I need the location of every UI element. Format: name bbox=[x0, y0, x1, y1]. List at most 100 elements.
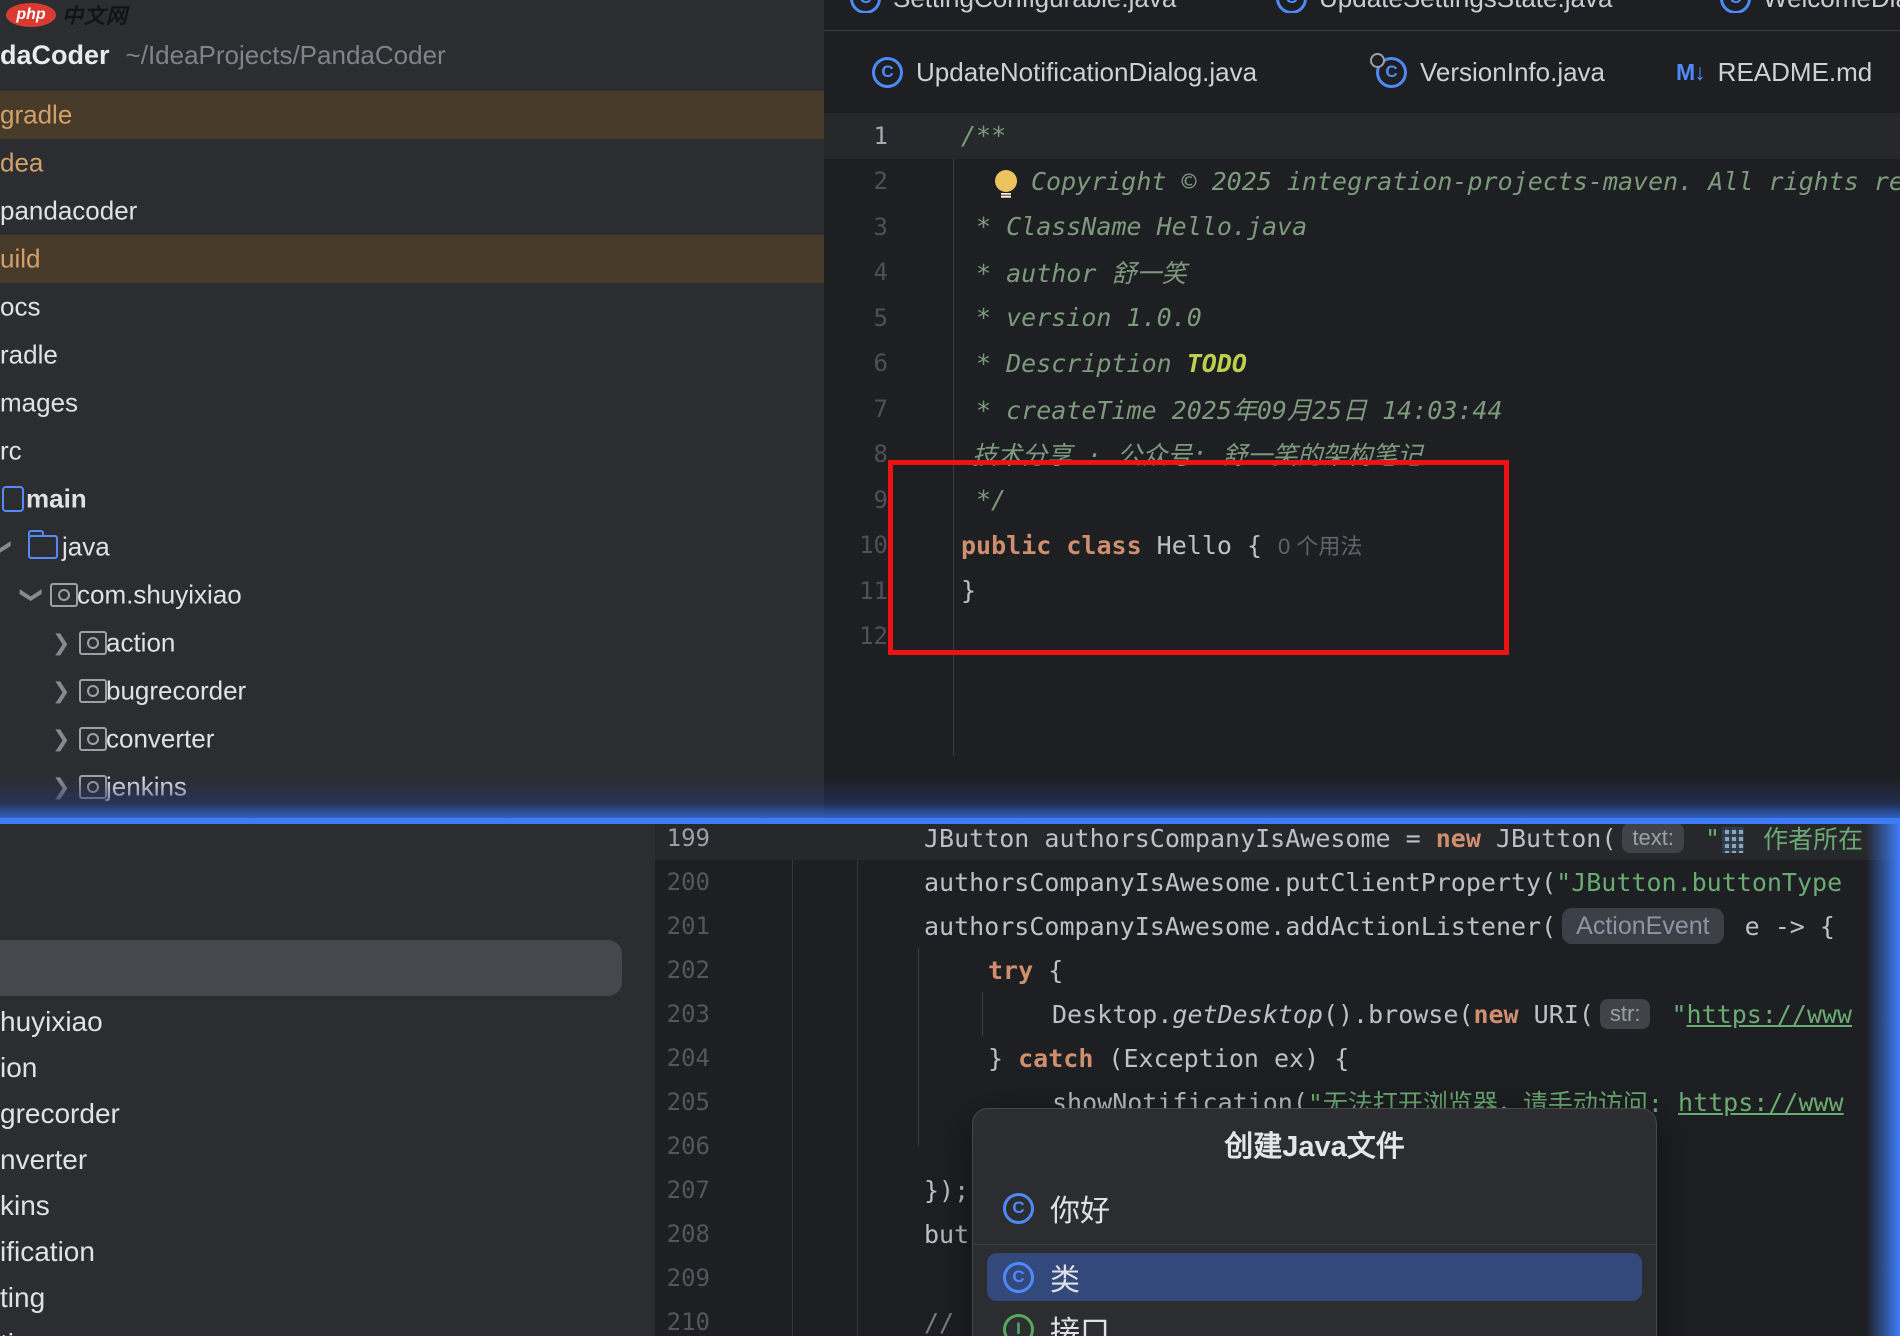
tree-item-ification[interactable]: ification bbox=[0, 1236, 95, 1268]
tree-item-label: dea bbox=[0, 148, 43, 179]
project-header[interactable]: daCoder ~/IdeaProjects/PandaCoder bbox=[0, 38, 446, 72]
popup-item-接口[interactable]: I接口 bbox=[987, 1305, 1642, 1336]
tab-label: README.md bbox=[1718, 57, 1873, 88]
code-line-6[interactable]: 6 * Description TODO bbox=[824, 341, 1900, 387]
tree-item-dea[interactable]: dea bbox=[0, 139, 824, 187]
tree-item-pandacoder[interactable]: pandacoder bbox=[0, 187, 824, 235]
code-text: JButton authorsCompanyIsAwesome = bbox=[924, 824, 1436, 853]
tree-item-nverter[interactable]: nverter bbox=[0, 1144, 87, 1176]
code-content: authorsCompanyIsAwesome.addActionListene… bbox=[857, 908, 1835, 944]
project-tree-panel-zoomed: huyixiao ion grecorder nverter kins ification… bbox=[0, 824, 655, 1336]
code-line-1[interactable]: 1/** bbox=[824, 113, 1900, 159]
tab-UpdateNotificationDialog.java[interactable]: CUpdateNotificationDialog.java bbox=[872, 31, 1257, 113]
popup-item-类[interactable]: C类 bbox=[987, 1253, 1642, 1301]
tree-item-ting[interactable]: ting bbox=[0, 1282, 45, 1314]
ide-window: php 中文网 daCoder ~/IdeaProjects/PandaCode… bbox=[0, 0, 1900, 1336]
tree-item-ion[interactable]: ion bbox=[0, 1052, 37, 1084]
popup-item-label: 类 bbox=[1050, 1255, 1080, 1299]
code-text: Copyright © 2025 integration-projects-ma… bbox=[1031, 167, 1900, 196]
code-text: authorsCompanyIsAwesome.addActionListene… bbox=[924, 912, 1556, 941]
tree-item-bugrecorder[interactable]: ❯ bugrecorder bbox=[0, 667, 824, 715]
tree-item-gradle[interactable]: gradle bbox=[0, 91, 824, 139]
tree-item-label: mages bbox=[0, 388, 78, 419]
line-number: 1 bbox=[824, 122, 953, 150]
annotation-rectangle-class-hello bbox=[888, 460, 1509, 655]
tree-item-grecorder[interactable]: grecorder bbox=[0, 1098, 120, 1130]
line-number: 204 bbox=[655, 1044, 792, 1072]
tree-item-main[interactable]: main bbox=[0, 475, 824, 523]
project-path: ~/IdeaProjects/PandaCoder bbox=[126, 40, 446, 71]
tree-item-com.shuyixiao[interactable]: ❯ com.shuyixiao bbox=[0, 571, 824, 619]
code-text: } bbox=[988, 1044, 1018, 1073]
chevron-down-icon[interactable]: ❯ bbox=[0, 538, 14, 556]
tree-item-label: rc bbox=[0, 436, 22, 467]
code-text: * version 1.0.0 bbox=[976, 303, 1202, 332]
code-text: authorsCompanyIsAwesome.putClientPropert… bbox=[924, 868, 1556, 897]
tree-item-radle[interactable]: radle bbox=[0, 331, 824, 379]
tree-item-label: java bbox=[62, 532, 110, 563]
popup-item-label: 你好 bbox=[1050, 1186, 1110, 1230]
code-content: * ClassName Hello.java bbox=[953, 212, 1307, 241]
code-line-7[interactable]: 7* createTime 2025年09月25日 14:03:44 bbox=[824, 386, 1900, 432]
code-text: "JButton.buttonType bbox=[1556, 868, 1842, 897]
code-line-200[interactable]: 200authorsCompanyIsAwesome.putClientProp… bbox=[655, 860, 1900, 904]
tree-item-rc[interactable]: rc bbox=[0, 427, 824, 475]
code-line-199[interactable]: 199JButton authorsCompanyIsAwesome = new… bbox=[655, 824, 1900, 860]
code-text: URI( bbox=[1519, 1000, 1594, 1029]
tab-SettingConfigurable.java[interactable]: CSettingConfigurable.java bbox=[850, 0, 1176, 13]
code-content: Copyright © 2025 integration-projects-ma… bbox=[953, 167, 1900, 196]
tree-item-mages[interactable]: mages bbox=[0, 379, 824, 427]
tree-item-label: bugrecorder bbox=[106, 676, 246, 707]
code-line-203[interactable]: 203Desktop.getDesktop().browse(new URI(s… bbox=[655, 992, 1900, 1036]
tab-UpdateSettingsState.java[interactable]: CUpdateSettingsState.java bbox=[1276, 0, 1612, 13]
tab-VersionInfo.java[interactable]: CVersionInfo.java bbox=[1376, 31, 1605, 113]
code-line-204[interactable]: 204} catch (Exception ex) { bbox=[655, 1036, 1900, 1080]
editor-region: CSettingConfigurable.java CUpdateSettings… bbox=[824, 0, 1900, 824]
tree-item-action[interactable]: ❯action bbox=[0, 619, 824, 667]
chevron-right-icon[interactable]: ❯ bbox=[52, 678, 70, 704]
class-icon: C bbox=[1003, 1193, 1034, 1224]
tree-item-converter[interactable]: ❯converter bbox=[0, 715, 824, 763]
code-editor-top[interactable]: 1/**2Copyright © 2025 integration-projec… bbox=[824, 113, 1900, 790]
folder-icon bbox=[28, 535, 58, 559]
tree-item-label: com.shuyixiao bbox=[77, 580, 242, 611]
code-text: * Description bbox=[976, 349, 1187, 378]
code-text: { bbox=[1033, 956, 1063, 985]
code-content: }); bbox=[857, 1176, 969, 1205]
code-text: JButton( bbox=[1481, 824, 1616, 853]
highlighted-tree-row[interactable] bbox=[0, 940, 622, 996]
code-content: * author 舒一笑 bbox=[953, 254, 1186, 290]
line-number: 209 bbox=[655, 1264, 792, 1292]
chevron-right-icon[interactable]: ❯ bbox=[52, 630, 70, 656]
code-content: * createTime 2025年09月25日 14:03:44 bbox=[953, 391, 1503, 427]
class-icon: C bbox=[1720, 0, 1751, 13]
code-line-202[interactable]: 202try { bbox=[655, 948, 1900, 992]
tree-item-uild[interactable]: uild bbox=[0, 235, 824, 283]
code-line-5[interactable]: 5* version 1.0.0 bbox=[824, 295, 1900, 341]
code-line-3[interactable]: 3* ClassName Hello.java bbox=[824, 204, 1900, 250]
code-line-201[interactable]: 201authorsCompanyIsAwesome.addActionList… bbox=[655, 904, 1900, 948]
tree-item-tings[interactable]: tings bbox=[0, 1328, 59, 1336]
popup-item-label: 接口 bbox=[1050, 1307, 1110, 1336]
popup-item-你好[interactable]: C 你好 bbox=[987, 1184, 1642, 1232]
code-line-4[interactable]: 4* author 舒一笑 bbox=[824, 250, 1900, 296]
code-text: catch bbox=[1018, 1044, 1093, 1073]
tree-item-kins[interactable]: kins bbox=[0, 1190, 50, 1222]
tree-item-ocs[interactable]: ocs bbox=[0, 283, 824, 331]
tab-README.md[interactable]: M↓ README.md bbox=[1676, 31, 1872, 113]
tab-WelcomeDia[interactable]: CWelcomeDia bbox=[1720, 0, 1900, 13]
markdown-icon: M↓ bbox=[1676, 59, 1705, 86]
code-content: * version 1.0.0 bbox=[953, 303, 1202, 332]
chevron-down-icon[interactable]: ❯ bbox=[19, 586, 45, 604]
code-text: " bbox=[1690, 824, 1720, 853]
tree-item-label: main bbox=[26, 484, 87, 515]
class-icon: C bbox=[850, 0, 881, 13]
code-line-2[interactable]: 2Copyright © 2025 integration-projects-m… bbox=[824, 159, 1900, 205]
code-text: TODO bbox=[1187, 349, 1247, 378]
chevron-right-icon[interactable]: ❯ bbox=[52, 726, 70, 752]
code-text: try bbox=[988, 956, 1033, 985]
tree-item-java[interactable]: ❯ java bbox=[0, 523, 824, 571]
line-number: 6 bbox=[824, 349, 953, 377]
tree-item-huyixiao[interactable]: huyixiao bbox=[0, 1006, 103, 1038]
tree-item-label: uild bbox=[0, 244, 40, 275]
